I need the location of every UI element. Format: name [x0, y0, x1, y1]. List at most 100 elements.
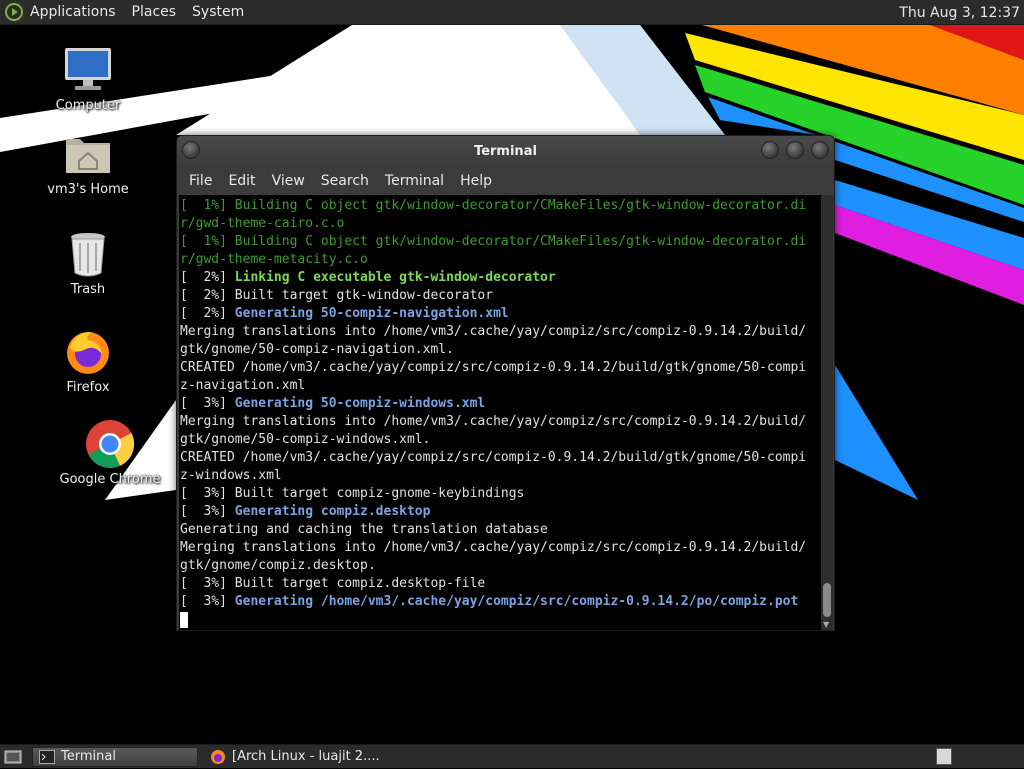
- terminal-line: CREATED /home/vm3/.cache/yay/compiz/src/…: [180, 359, 822, 377]
- menu-view[interactable]: View: [264, 173, 313, 189]
- trash-icon: [62, 228, 114, 280]
- maximize-button[interactable]: [786, 141, 804, 159]
- desktop-icon-label: vm3's Home: [47, 182, 129, 197]
- desktop-icon-home[interactable]: vm3's Home: [33, 128, 143, 197]
- terminal-line: [ 3%] Generating 50-compiz-windows.xml: [180, 395, 822, 413]
- menu-edit[interactable]: Edit: [220, 173, 263, 189]
- desktop-icon-trash[interactable]: Trash: [33, 228, 143, 297]
- terminal-menubar: File Edit View Search Terminal Help: [177, 167, 834, 195]
- terminal-line: z-navigation.xml: [180, 377, 822, 395]
- menu-search[interactable]: Search: [313, 173, 377, 189]
- terminal-line-prefix: [ 2%]: [180, 270, 235, 285]
- terminal-line-text: Generating and caching the translation d…: [180, 522, 548, 537]
- taskbar-item-label: Terminal: [61, 749, 116, 764]
- terminal-line: gtk/gnome/compiz.desktop.: [180, 557, 822, 575]
- terminal-line: [ 3%] Built target compiz.desktop-file: [180, 575, 822, 593]
- terminal-window[interactable]: Terminal File Edit View Search Terminal …: [176, 135, 835, 631]
- menu-file[interactable]: File: [181, 173, 220, 189]
- terminal-line-text: [ 3%] Built target compiz.desktop-file: [180, 576, 486, 591]
- show-desktop-button[interactable]: [0, 745, 26, 769]
- terminal-line-prefix: [ 3%]: [180, 396, 235, 411]
- terminal-output[interactable]: [ 1%] Building C object gtk/window-decor…: [179, 195, 822, 630]
- desktop-icon-label: Google Chrome: [59, 472, 161, 487]
- terminal-icon: [39, 749, 55, 765]
- terminal-line: [ 3%] Built target compiz-gnome-keybindi…: [180, 485, 822, 503]
- distro-logo-icon: [4, 2, 24, 22]
- window-titlebar[interactable]: Terminal: [177, 136, 834, 167]
- system-menu[interactable]: System: [184, 0, 252, 24]
- terminal-line-text: [ 3%] Built target compiz-gnome-keybindi…: [180, 486, 525, 501]
- desktop-icon-label: Computer: [55, 98, 121, 113]
- terminal-line: [ 2%] Built target gtk-window-decorator: [180, 287, 822, 305]
- terminal-line: Merging translations into /home/vm3/.cac…: [180, 323, 822, 341]
- terminal-line-text: Merging translations into /home/vm3/.cac…: [180, 324, 807, 339]
- chrome-icon: [84, 418, 136, 470]
- top-panel: Applications Places System Thu Aug 3, 12…: [0, 0, 1024, 25]
- places-menu[interactable]: Places: [124, 0, 185, 24]
- terminal-line: [ 2%] Generating 50-compiz-navigation.xm…: [180, 305, 822, 323]
- bottom-panel: Terminal [Arch Linux - luajit 2....: [0, 744, 1024, 768]
- terminal-line: CREATED /home/vm3/.cache/yay/compiz/src/…: [180, 449, 822, 467]
- terminal-line: [ 3%] Generating /home/vm3/.cache/yay/co…: [180, 593, 822, 611]
- terminal-line: r/gwd-theme-cairo.c.o: [180, 215, 822, 233]
- terminal-line-text: gtk/gnome/50-compiz-windows.xml.: [180, 432, 431, 447]
- terminal-line-text: Generating 50-compiz-windows.xml: [234, 396, 486, 411]
- applications-menu-label: Applications: [30, 4, 116, 20]
- scroll-down-icon[interactable]: ▼: [823, 620, 829, 629]
- firefox-icon: [210, 749, 226, 765]
- terminal-line-text: r/gwd-theme-cairo.c.o: [180, 216, 345, 231]
- terminal-line-text: z-windows.xml: [180, 468, 282, 483]
- terminal-line: Generating and caching the translation d…: [180, 521, 822, 539]
- terminal-line: gtk/gnome/50-compiz-windows.xml.: [180, 431, 822, 449]
- terminal-line-text: gtk/gnome/50-compiz-navigation.xml.: [180, 342, 454, 357]
- terminal-line-text: Linking C executable gtk-window-decorato…: [234, 270, 556, 285]
- menu-help[interactable]: Help: [452, 173, 500, 189]
- desktop-icon-label: Trash: [70, 282, 106, 297]
- scrollbar-thumb[interactable]: [823, 583, 831, 617]
- terminal-line: [ 1%] Building C object gtk/window-decor…: [180, 233, 822, 251]
- terminal-prompt-line: [180, 611, 822, 629]
- terminal-line-text: CREATED /home/vm3/.cache/yay/compiz/src/…: [180, 450, 807, 465]
- workspace-switcher[interactable]: [936, 748, 952, 765]
- desktop-icon-firefox[interactable]: Firefox: [33, 326, 143, 395]
- desktop-icon-label: Firefox: [66, 380, 110, 395]
- window-title: Terminal: [474, 144, 537, 159]
- menu-terminal[interactable]: Terminal: [377, 173, 452, 189]
- terminal-line-text: Generating 50-compiz-navigation.xml: [234, 306, 509, 321]
- terminal-line: [ 3%] Generating compiz.desktop: [180, 503, 822, 521]
- terminal-line-text: CREATED /home/vm3/.cache/yay/compiz/src/…: [180, 360, 807, 375]
- top-menu: Applications Places System: [0, 0, 252, 24]
- terminal-line: [ 1%] Building C object gtk/window-decor…: [180, 197, 822, 215]
- terminal-line-text: [ 2%] Built target gtk-window-decorator: [180, 288, 494, 303]
- minimize-button[interactable]: [761, 141, 779, 159]
- terminal-line: r/gwd-theme-metacity.c.o: [180, 251, 822, 269]
- desktop-icon-chrome[interactable]: Google Chrome: [55, 418, 165, 487]
- clock[interactable]: Thu Aug 3, 12:37: [899, 0, 1020, 25]
- terminal-line-text: r/gwd-theme-metacity.c.o: [180, 252, 368, 267]
- terminal-line-text: Generating /home/vm3/.cache/yay/compiz/s…: [234, 594, 799, 609]
- terminal-line: z-windows.xml: [180, 467, 822, 485]
- terminal-line-prefix: [ 3%]: [180, 594, 235, 609]
- computer-icon: [62, 44, 114, 96]
- terminal-line-text: Merging translations into /home/vm3/.cac…: [180, 414, 807, 429]
- terminal-line-text: gtk/gnome/compiz.desktop.: [180, 558, 376, 573]
- close-button[interactable]: [811, 141, 829, 159]
- terminal-line-text: z-navigation.xml: [180, 378, 306, 393]
- terminal-line: gtk/gnome/50-compiz-navigation.xml.: [180, 341, 822, 359]
- taskbar-item-terminal[interactable]: Terminal: [32, 746, 198, 767]
- terminal-line-prefix: [ 3%]: [180, 504, 235, 519]
- terminal-line-text: [ 1%] Building C object gtk/window-decor…: [180, 198, 807, 213]
- terminal-line: Merging translations into /home/vm3/.cac…: [180, 413, 822, 431]
- terminal-line: [ 2%] Linking C executable gtk-window-de…: [180, 269, 822, 287]
- applications-menu[interactable]: Applications: [0, 0, 124, 24]
- terminal-line-prefix: [ 2%]: [180, 306, 235, 321]
- terminal-cursor: [180, 611, 188, 628]
- home-folder-icon: [62, 128, 114, 180]
- firefox-icon: [62, 326, 114, 378]
- window-menu-button[interactable]: [182, 141, 200, 159]
- show-desktop-icon: [4, 750, 22, 763]
- desktop-icon-computer[interactable]: Computer: [33, 44, 143, 113]
- taskbar-item-firefox[interactable]: [Arch Linux - luajit 2....: [204, 747, 386, 767]
- terminal-scrollbar[interactable]: ▼: [821, 195, 833, 630]
- taskbar-item-label: [Arch Linux - luajit 2....: [232, 749, 380, 764]
